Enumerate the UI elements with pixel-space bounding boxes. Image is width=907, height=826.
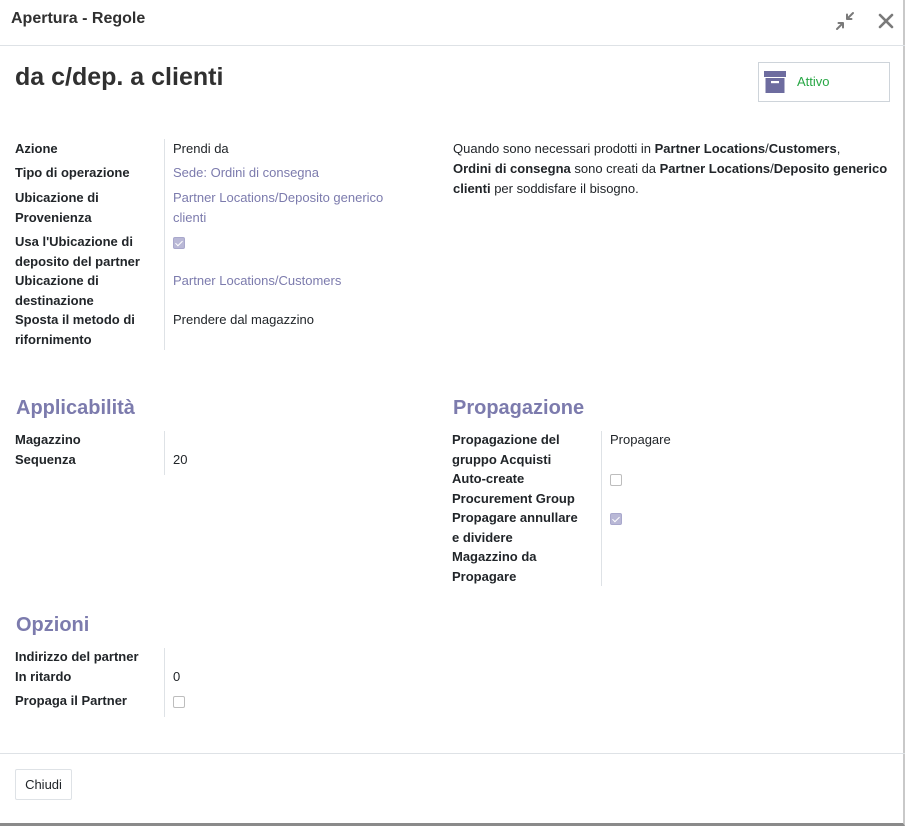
azione-label: Azione bbox=[15, 141, 58, 156]
active-toggle-button[interactable]: Attivo bbox=[758, 62, 890, 102]
compress-icon[interactable] bbox=[832, 8, 858, 34]
ubicazione-provenienza-label: Ubicazione di Provenienza bbox=[15, 188, 99, 227]
propaga-partner-checkbox[interactable] bbox=[173, 696, 185, 708]
label-line: Ubicazione di bbox=[15, 190, 99, 205]
sposta-metodo-value[interactable]: Prendere dal magazzino bbox=[173, 310, 314, 330]
field-separator bbox=[601, 431, 602, 586]
in-ritardo-value[interactable]: 0 bbox=[173, 667, 180, 687]
close-button[interactable]: Chiudi bbox=[15, 769, 72, 800]
label-line: gruppo Acquisti bbox=[452, 451, 552, 467]
label-line: Propagazione del bbox=[452, 432, 560, 447]
record-title: da c/dep. a clienti bbox=[15, 63, 224, 91]
label-line: Ubicazione di bbox=[15, 273, 99, 288]
opzioni-title: Opzioni bbox=[16, 614, 90, 636]
magazzino-propagare-label: Magazzino da Propagare bbox=[452, 547, 537, 586]
field-separator bbox=[164, 139, 165, 350]
field-separator bbox=[164, 648, 165, 717]
label-line: Magazzino da bbox=[452, 549, 537, 564]
help-text-part: , bbox=[836, 141, 841, 156]
sposta-metodo-label: Sposta il metodo di rifornimento bbox=[15, 310, 135, 349]
indirizzo-partner-label: Indirizzo del partner bbox=[15, 649, 139, 664]
propagare-annullare-label: Propagare annullare e dividere bbox=[452, 508, 578, 547]
ubicazione-destinazione-label: Ubicazione di destinazione bbox=[15, 271, 99, 310]
in-ritardo-label: In ritardo bbox=[15, 669, 72, 684]
label-line: deposito del partner bbox=[15, 253, 140, 269]
dialog-footer bbox=[0, 753, 905, 823]
field-separator bbox=[164, 431, 165, 475]
close-icon[interactable] bbox=[873, 8, 899, 34]
sequenza-label: Sequenza bbox=[15, 452, 76, 467]
label-line: Usa l'Ubicazione di bbox=[15, 234, 133, 249]
dialog: Apertura - Regole da c/dep. a clienti At… bbox=[0, 0, 905, 826]
propagazione-title: Propagazione bbox=[453, 397, 585, 419]
ubicazione-destinazione-link[interactable]: Partner Locations/Customers bbox=[173, 271, 341, 291]
link-line: Partner Locations/Deposito generico bbox=[173, 190, 384, 205]
usa-ubicazione-deposito-checkbox[interactable] bbox=[173, 237, 185, 249]
dialog-header: Apertura - Regole bbox=[0, 0, 905, 46]
applicabilita-title: Applicabilità bbox=[16, 397, 135, 419]
azione-value[interactable]: Prendi da bbox=[173, 139, 229, 159]
rule-help-text: Quando sono necessari prodotti in Partne… bbox=[453, 139, 893, 199]
active-label: Attivo bbox=[797, 74, 830, 89]
help-text-part: Quando sono necessari prodotti in bbox=[453, 141, 655, 156]
label-line: Propagare bbox=[452, 568, 517, 584]
magazzino-label: Magazzino bbox=[15, 432, 81, 447]
label-line: destinazione bbox=[15, 292, 94, 308]
sequenza-value[interactable]: 20 bbox=[173, 450, 187, 470]
label-line: Provenienza bbox=[15, 209, 92, 225]
help-text-bold: Partner Locations bbox=[654, 141, 766, 156]
usa-ubicazione-deposito-label: Usa l'Ubicazione di deposito del partner bbox=[15, 232, 140, 271]
label-line: Procurement Group bbox=[452, 490, 575, 506]
dialog-title: Apertura - Regole bbox=[11, 10, 146, 27]
propagare-annullare-checkbox[interactable] bbox=[610, 513, 622, 525]
label-line: Sposta il metodo di bbox=[15, 312, 135, 327]
link-line: clienti bbox=[173, 209, 207, 225]
propagazione-gruppo-label: Propagazione del gruppo Acquisti bbox=[452, 430, 560, 469]
help-text-part: sono creati da bbox=[570, 161, 660, 176]
label-line: Auto-create bbox=[452, 471, 525, 486]
autocreate-checkbox[interactable] bbox=[610, 474, 622, 486]
label-line: Propagare annullare bbox=[452, 510, 578, 525]
archive-icon bbox=[764, 71, 786, 93]
help-text-bold: Ordini di consegna bbox=[453, 161, 571, 176]
label-line: rifornimento bbox=[15, 331, 92, 347]
autocreate-label: Auto-create Procurement Group bbox=[452, 469, 575, 508]
tipo-operazione-label: Tipo di operazione bbox=[15, 165, 130, 180]
help-text-part: per soddisfare il bisogno. bbox=[490, 181, 639, 196]
help-text-bold: Partner Locations bbox=[659, 161, 771, 176]
propagazione-gruppo-value[interactable]: Propagare bbox=[610, 430, 671, 450]
label-line: e dividere bbox=[452, 529, 513, 545]
propaga-partner-label: Propaga il Partner bbox=[15, 693, 127, 708]
ubicazione-provenienza-link[interactable]: Partner Locations/Deposito generico clie… bbox=[173, 188, 383, 227]
help-text-bold: Customers bbox=[768, 141, 837, 156]
tipo-operazione-link[interactable]: Sede: Ordini di consegna bbox=[173, 163, 319, 183]
